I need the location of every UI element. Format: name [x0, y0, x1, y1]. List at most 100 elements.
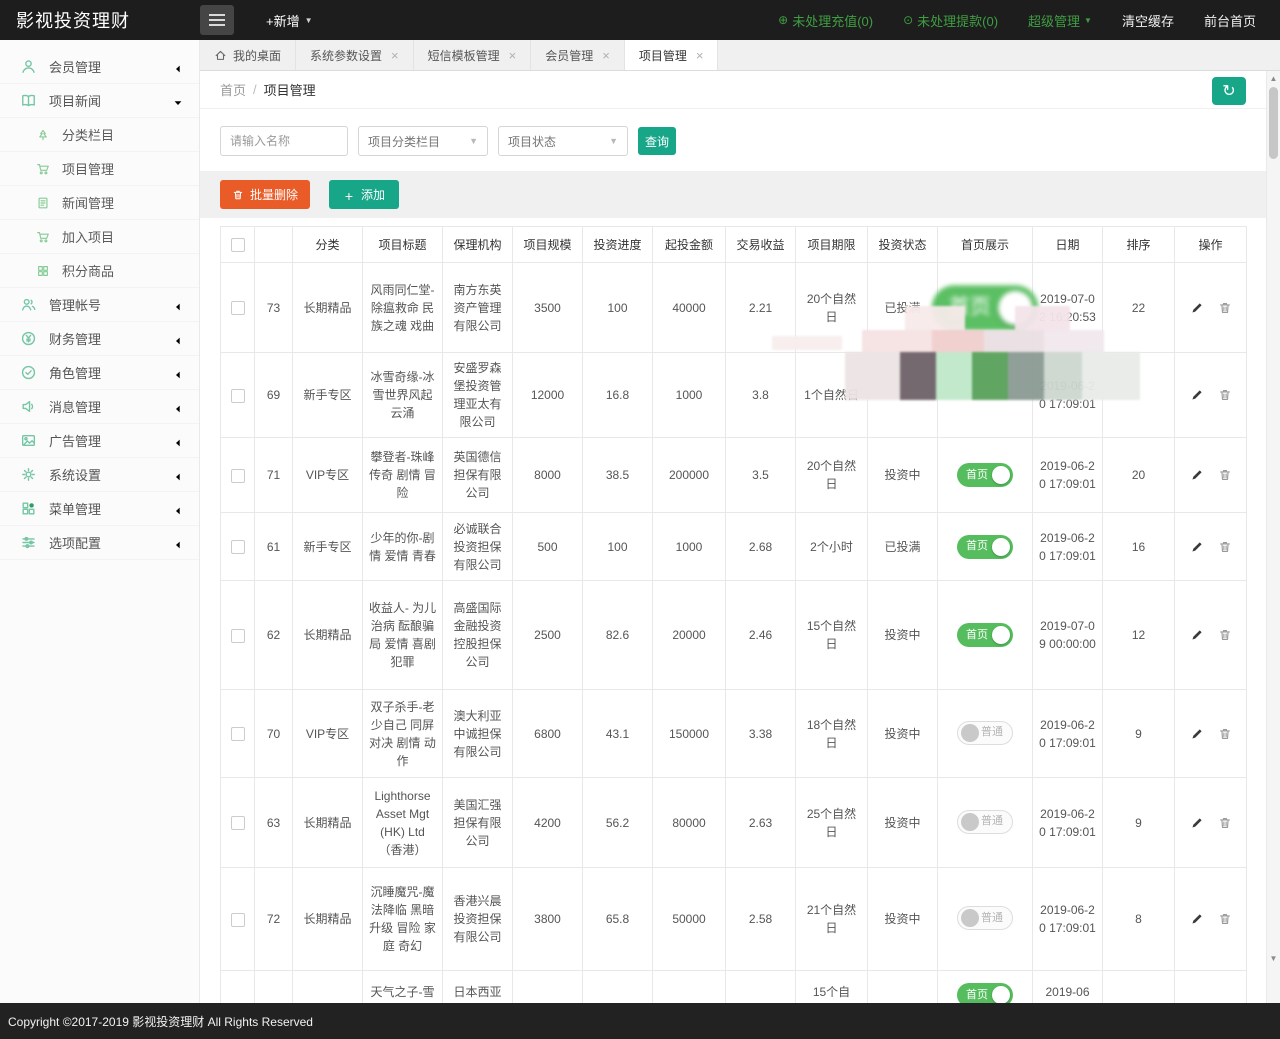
home-toggle[interactable]: 首页: [957, 535, 1013, 559]
sidebar-item-新闻管理[interactable]: 新闻管理: [0, 186, 199, 220]
row-checkbox[interactable]: [231, 816, 245, 830]
row-checkbox[interactable]: [231, 389, 245, 403]
row-checkbox[interactable]: [231, 913, 245, 927]
batch-delete-label: 批量删除: [250, 186, 298, 203]
delete-button[interactable]: [1218, 388, 1232, 402]
tab-系统参数设置[interactable]: 系统参数设置×: [296, 40, 414, 70]
category-cell: 长期精品: [293, 868, 363, 971]
toggle-label: 首页: [966, 627, 988, 644]
clear-cache-link[interactable]: 清空缓存: [1122, 11, 1174, 30]
title-cell: 天气之子-雪祈晴天: [363, 971, 443, 1004]
delete-button[interactable]: [1218, 912, 1232, 926]
hamburger-button[interactable]: [200, 5, 234, 35]
add-button[interactable]: + 添加: [329, 180, 399, 209]
new-dropdown[interactable]: +新增 ▼: [266, 11, 313, 30]
front-home-link[interactable]: 前台首页: [1204, 11, 1256, 30]
edit-button[interactable]: [1190, 388, 1204, 402]
sidebar-item-label: 消息管理: [49, 397, 101, 416]
row-checkbox[interactable]: [231, 727, 245, 741]
tab-label: 会员管理: [545, 47, 593, 64]
home-toggle[interactable]: 普通: [957, 721, 1013, 745]
close-icon[interactable]: ×: [509, 49, 517, 62]
ops-cell: [1175, 438, 1247, 513]
sidebar-item-label: 分类栏目: [62, 125, 114, 144]
sidebar-item-角色管理[interactable]: 角色管理: [0, 356, 199, 390]
date-cell: 2019-06-20 17:09:01: [1033, 513, 1103, 581]
sidebar-item-菜单管理[interactable]: 菜单管理: [0, 492, 199, 526]
status-select[interactable]: 项目状态 ▼: [498, 126, 628, 156]
vertical-scrollbar[interactable]: ▲ ▼: [1266, 71, 1280, 1003]
sidebar-item-广告管理[interactable]: 广告管理: [0, 424, 199, 458]
tab-短信模板管理[interactable]: 短信模板管理×: [414, 40, 532, 70]
tab-我的桌面[interactable]: 我的桌面: [200, 40, 296, 70]
sidebar-item-会员管理[interactable]: 会员管理: [0, 50, 199, 84]
status-cell: 投资中: [868, 690, 938, 778]
table-header-row: 分类项目标题保理机构项目规模投资进度起投金额交易收益项目期限投资状态首页展示日期…: [221, 227, 1247, 263]
close-icon[interactable]: ×: [602, 49, 610, 62]
close-icon[interactable]: ×: [391, 49, 399, 62]
sidebar-item-系统设置[interactable]: 系统设置: [0, 458, 199, 492]
row-checkbox[interactable]: [231, 540, 245, 554]
scale-cell: [513, 971, 583, 1004]
delete-button[interactable]: [1218, 727, 1232, 741]
refresh-button[interactable]: ↻: [1212, 77, 1246, 105]
sidebar-item-项目管理[interactable]: 项目管理: [0, 152, 199, 186]
sidebar-item-选项配置[interactable]: 选项配置: [0, 526, 199, 560]
edit-button[interactable]: [1190, 727, 1204, 741]
row-actions: [1180, 388, 1241, 402]
checkbox-cell: [221, 971, 255, 1004]
search-button[interactable]: 查询: [638, 127, 676, 155]
edit-button[interactable]: [1190, 468, 1204, 482]
home-toggle[interactable]: 首页: [957, 463, 1013, 487]
status-cell: 投资中: [868, 778, 938, 868]
home-display-cell: 普通: [938, 778, 1033, 868]
pending-withdraw-link[interactable]: ⊙ 未处理提款(0): [903, 11, 998, 30]
admin-dropdown[interactable]: 超级管理 ▼: [1028, 11, 1092, 30]
delete-button[interactable]: [1218, 301, 1232, 315]
name-input[interactable]: [220, 126, 348, 156]
yen-icon: [20, 330, 37, 347]
header-cell-排序: 排序: [1103, 227, 1175, 263]
scroll-up-arrow-icon[interactable]: ▲: [1267, 74, 1280, 83]
delete-button[interactable]: [1218, 540, 1232, 554]
row-checkbox[interactable]: [231, 629, 245, 643]
batch-delete-button[interactable]: 批量删除: [220, 180, 310, 209]
home-display-cell: 普通: [938, 868, 1033, 971]
edit-button[interactable]: [1190, 912, 1204, 926]
category-select[interactable]: 项目分类栏目 ▼: [358, 126, 488, 156]
sidebar-item-项目新闻[interactable]: 项目新闻: [0, 84, 199, 118]
tab-会员管理[interactable]: 会员管理 ×: [531, 40, 625, 70]
select-all-checkbox[interactable]: [231, 238, 245, 252]
home-toggle[interactable]: 普通: [957, 810, 1013, 834]
close-icon[interactable]: ×: [696, 49, 704, 62]
home-toggle[interactable]: 首页: [957, 983, 1013, 1003]
delete-button[interactable]: [1218, 816, 1232, 830]
home-toggle[interactable]: 首页: [932, 285, 1038, 331]
scroll-down-arrow-icon[interactable]: ▼: [1267, 954, 1280, 963]
sidebar-item-财务管理[interactable]: 财务管理: [0, 322, 199, 356]
ops-cell: [1175, 971, 1247, 1004]
delete-button[interactable]: [1218, 628, 1232, 642]
table-body: 73长期精品风雨同仁堂-除瘟救命 民族之魂 戏曲南方东英资产管理有限公司3500…: [221, 263, 1247, 1004]
row-checkbox[interactable]: [231, 301, 245, 315]
sidebar-item-加入项目[interactable]: 加入项目: [0, 220, 199, 254]
home-toggle[interactable]: 首页: [957, 623, 1013, 647]
row-checkbox[interactable]: [231, 469, 245, 483]
home-toggle[interactable]: 普通: [957, 906, 1013, 930]
toggle-label: 首页: [966, 538, 988, 555]
breadcrumb-home[interactable]: 首页: [220, 80, 246, 99]
period-cell: 25个自然日: [796, 778, 868, 868]
pending-recharge-link[interactable]: ⊕ 未处理充值(0): [778, 11, 873, 30]
edit-button[interactable]: [1190, 540, 1204, 554]
delete-button[interactable]: [1218, 468, 1232, 482]
home-display-cell: 首页: [938, 513, 1033, 581]
edit-button[interactable]: [1190, 628, 1204, 642]
edit-button[interactable]: [1190, 816, 1204, 830]
sidebar-item-管理帐号[interactable]: 管理帐号: [0, 288, 199, 322]
scrollbar-thumb[interactable]: [1269, 87, 1278, 159]
sidebar-item-分类栏目[interactable]: 分类栏目: [0, 118, 199, 152]
sidebar-item-消息管理[interactable]: 消息管理: [0, 390, 199, 424]
tab-项目管理[interactable]: 项目管理×: [625, 40, 719, 70]
sidebar-item-积分商品[interactable]: 积分商品: [0, 254, 199, 288]
edit-button[interactable]: [1190, 301, 1204, 315]
